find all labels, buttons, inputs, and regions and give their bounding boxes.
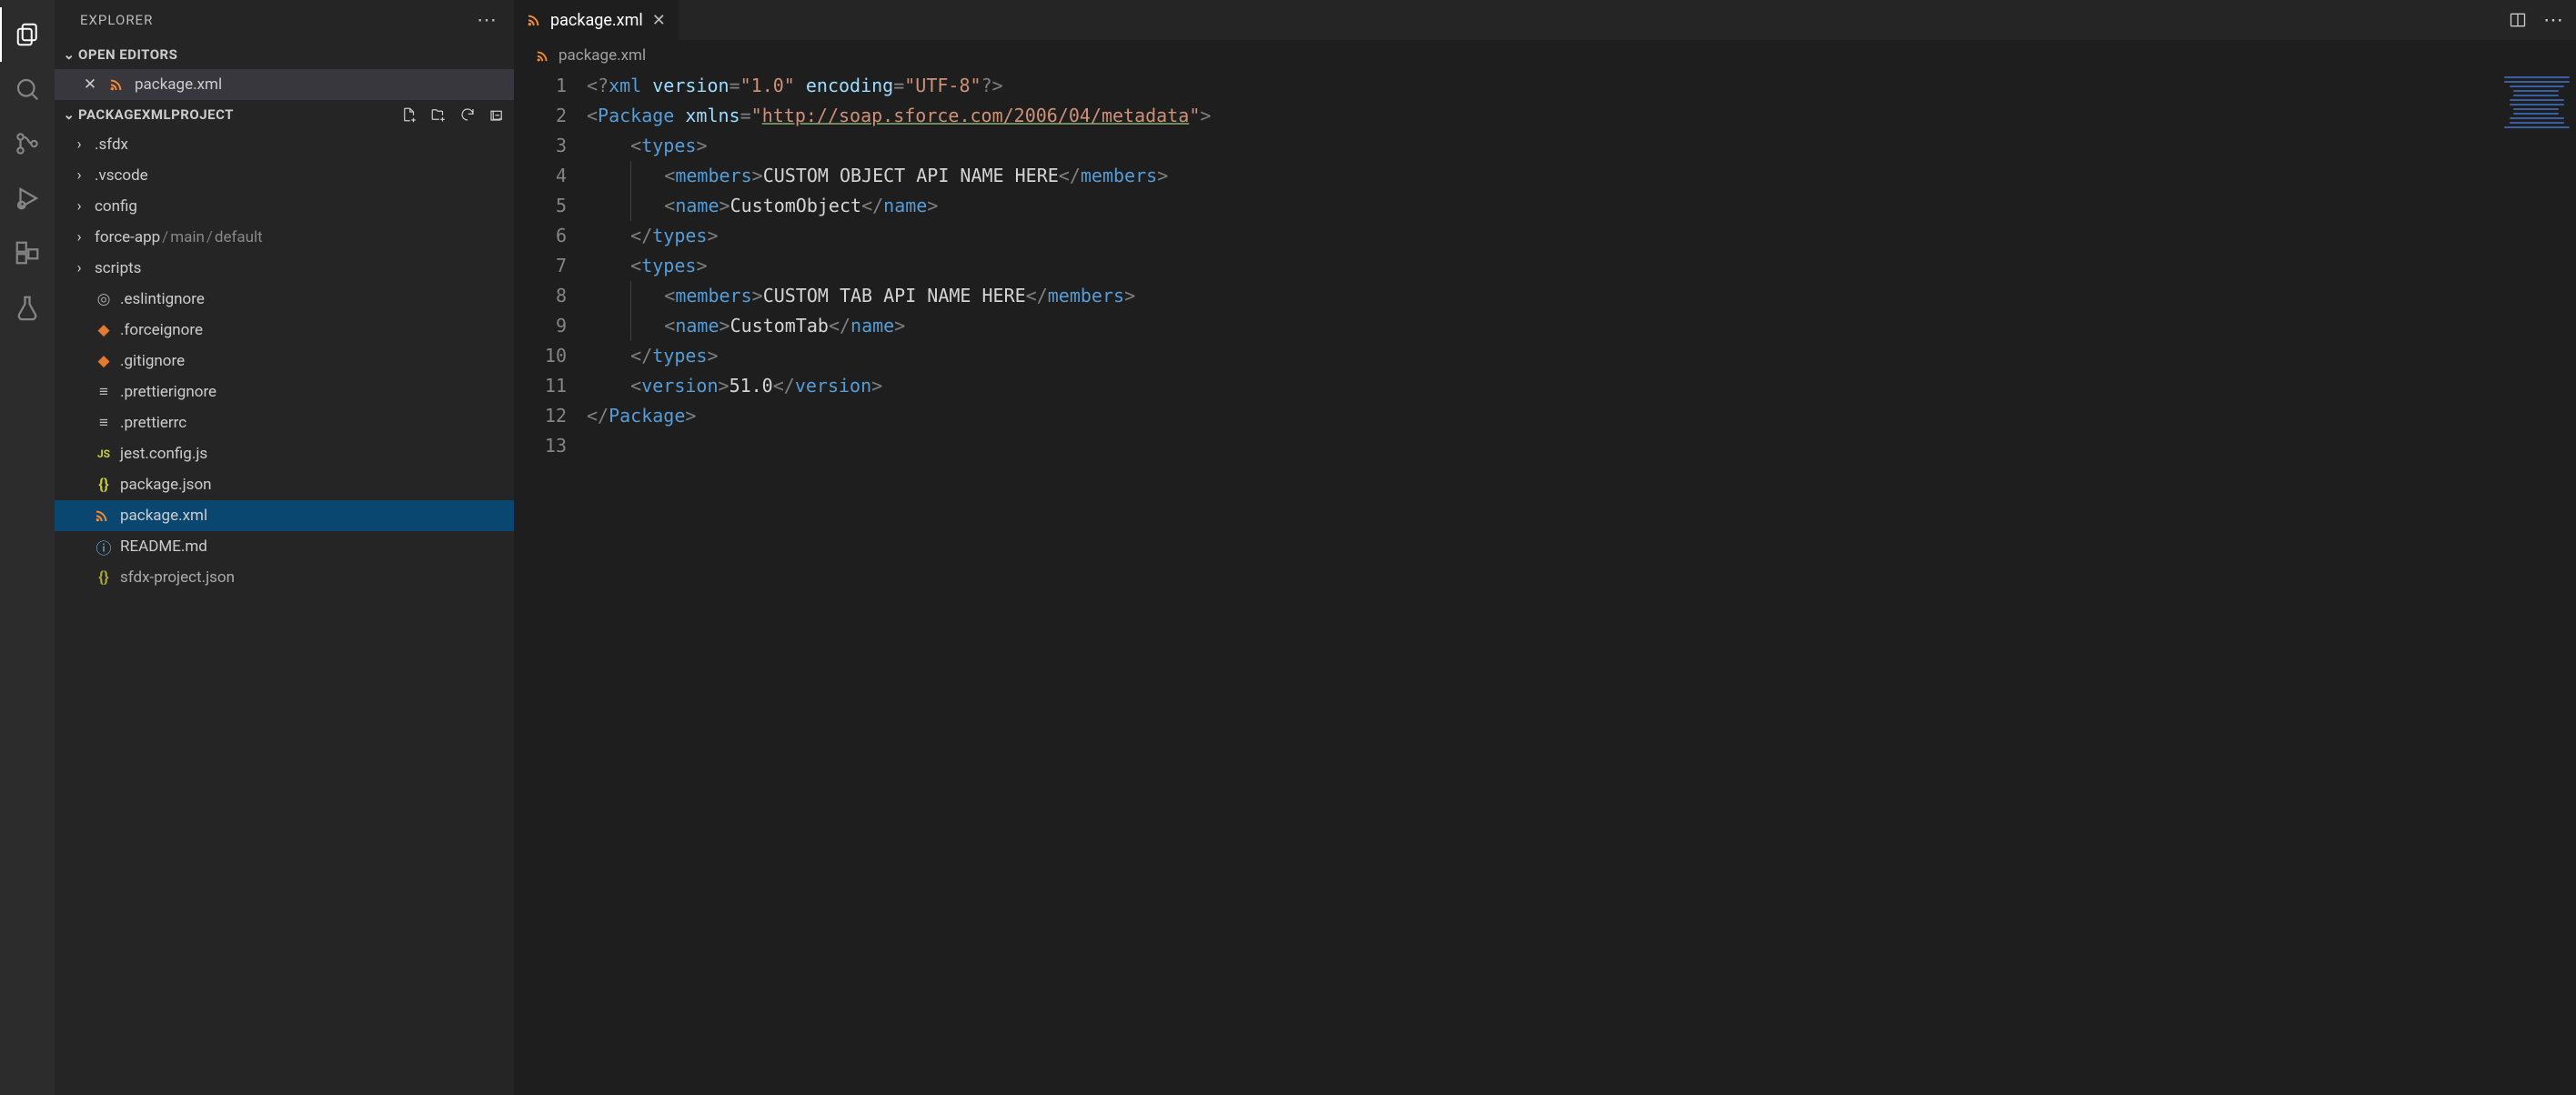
json-icon: {} bbox=[95, 476, 113, 494]
sidebar-more-icon[interactable]: ⋯ bbox=[477, 9, 498, 32]
open-editor-item[interactable]: ✕ package.xml bbox=[55, 69, 514, 100]
activity-testing[interactable] bbox=[0, 280, 55, 335]
collapse-all-icon[interactable] bbox=[488, 106, 505, 123]
tree-file[interactable]: ≡.prettierignore bbox=[55, 377, 514, 407]
new-file-icon[interactable] bbox=[401, 106, 418, 123]
project-label: PACKAGEXMLPROJECT bbox=[78, 106, 401, 123]
tree-folder[interactable]: ›.vscode bbox=[55, 160, 514, 191]
tree-folder[interactable]: ›.sfdx bbox=[55, 129, 514, 160]
close-icon[interactable]: ✕ bbox=[652, 11, 666, 30]
tree-file[interactable]: JSjest.config.js bbox=[55, 438, 514, 469]
activity-search[interactable] bbox=[0, 62, 55, 116]
refresh-icon[interactable] bbox=[459, 106, 476, 123]
js-icon: JS bbox=[95, 447, 113, 460]
project-header[interactable]: ⌄ PACKAGEXMLPROJECT bbox=[55, 100, 514, 129]
activity-extensions[interactable] bbox=[0, 226, 55, 280]
chevron-down-icon: ⌄ bbox=[60, 46, 78, 63]
git-diamond-icon: ◆ bbox=[95, 321, 113, 339]
tree-file-selected[interactable]: package.xml bbox=[55, 500, 514, 531]
tab-open-file[interactable]: package.xml ✕ bbox=[514, 0, 679, 40]
open-editors-label: OPEN EDITORS bbox=[78, 46, 505, 63]
chevron-down-icon: ⌄ bbox=[60, 106, 78, 123]
tree-folder[interactable]: ›scripts bbox=[55, 253, 514, 284]
rss-icon bbox=[95, 508, 113, 523]
new-folder-icon[interactable] bbox=[430, 106, 447, 123]
chevron-right-icon: › bbox=[71, 136, 87, 154]
rss-icon bbox=[109, 77, 124, 92]
json-icon: {} bbox=[95, 568, 113, 587]
tree-folder[interactable]: ›config bbox=[55, 191, 514, 222]
tree-file[interactable]: ≡.prettierrc bbox=[55, 407, 514, 438]
activity-source-control[interactable] bbox=[0, 116, 55, 171]
tree-file[interactable]: ◆.gitignore bbox=[55, 346, 514, 377]
breadcrumb-file: package.xml bbox=[558, 46, 646, 65]
rss-icon bbox=[536, 49, 549, 63]
git-diamond-icon: ◆ bbox=[95, 352, 113, 370]
lines-icon: ≡ bbox=[95, 383, 113, 401]
sidebar-title: EXPLORER bbox=[80, 12, 153, 28]
gutter: 12345678910111213 bbox=[514, 71, 587, 1095]
tree-file[interactable]: {}sfdx-project.json bbox=[55, 562, 514, 593]
chevron-right-icon: › bbox=[71, 166, 87, 185]
breadcrumb[interactable]: package.xml bbox=[514, 40, 2576, 71]
chevron-right-icon: › bbox=[71, 228, 87, 246]
open-editors-header[interactable]: ⌄ OPEN EDITORS bbox=[55, 40, 514, 69]
info-icon: ⓘ bbox=[95, 536, 113, 558]
tree-file[interactable]: {}package.json bbox=[55, 469, 514, 500]
gear-icon: ◎ bbox=[95, 290, 113, 308]
tree-file[interactable]: ◎.eslintignore bbox=[55, 284, 514, 315]
activity-explorer[interactable] bbox=[0, 7, 55, 62]
lines-icon: ≡ bbox=[95, 414, 113, 432]
rss-icon bbox=[527, 13, 541, 27]
more-icon[interactable]: ⋯ bbox=[2543, 9, 2563, 32]
activity-run-debug[interactable] bbox=[0, 171, 55, 226]
tree-file[interactable]: ⓘREADME.md bbox=[55, 531, 514, 562]
chevron-right-icon: › bbox=[71, 197, 87, 216]
code-lines[interactable]: <?xml version="1.0" encoding="UTF-8"?> <… bbox=[587, 71, 2576, 1095]
tab-bar: package.xml ✕ ⋯ bbox=[514, 0, 2576, 40]
editor-area: package.xml ✕ ⋯ package.xml 123456789101… bbox=[514, 0, 2576, 1095]
activity-bar bbox=[0, 0, 55, 1095]
open-editor-name: package.xml bbox=[135, 75, 222, 94]
tab-actions: ⋯ bbox=[2509, 0, 2576, 40]
code-editor[interactable]: 12345678910111213 <?xml version="1.0" en… bbox=[514, 71, 2576, 1095]
tab-label: package.xml bbox=[550, 11, 643, 30]
close-icon[interactable]: ✕ bbox=[82, 75, 98, 94]
tree-folder-path[interactable]: › force-app/main/default bbox=[55, 222, 514, 253]
sidebar-title-row: EXPLORER ⋯ bbox=[55, 0, 514, 40]
tree-file[interactable]: ◆.forceignore bbox=[55, 315, 514, 346]
minimap[interactable] bbox=[2498, 71, 2576, 180]
chevron-right-icon: › bbox=[71, 259, 87, 277]
project-actions bbox=[401, 106, 505, 123]
split-editor-icon[interactable] bbox=[2509, 11, 2527, 29]
explorer-sidebar: EXPLORER ⋯ ⌄ OPEN EDITORS ✕ package.xml … bbox=[55, 0, 514, 1095]
